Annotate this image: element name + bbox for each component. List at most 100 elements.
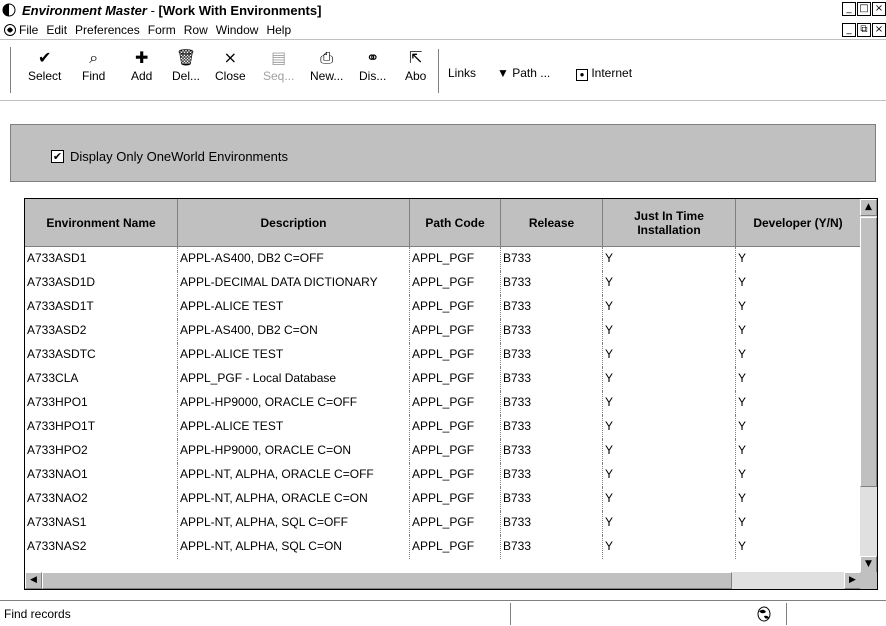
- cell-developer[interactable]: Y: [736, 367, 861, 391]
- cell-developer[interactable]: Y: [736, 247, 861, 271]
- cell-description[interactable]: APPL-AS400, DB2 C=OFF: [178, 247, 410, 271]
- cell-jit-installation[interactable]: Y: [603, 439, 736, 463]
- mdi-close-button[interactable]: ×: [872, 23, 886, 37]
- cell-jit-installation[interactable]: Y: [603, 271, 736, 295]
- internet-button[interactable]: ● Internet: [576, 66, 632, 81]
- menu-row[interactable]: Row: [184, 23, 208, 37]
- cell-path-code[interactable]: APPL_PGF: [410, 439, 501, 463]
- cell-environment-name[interactable]: A733HPO1T: [25, 415, 178, 439]
- cell-description[interactable]: APPL-ALICE TEST: [178, 295, 410, 319]
- cell-path-code[interactable]: APPL_PGF: [410, 367, 501, 391]
- cell-description[interactable]: APPL-NT, ALPHA, SQL C=OFF: [178, 511, 410, 535]
- scroll-left-icon[interactable]: ◀: [25, 572, 42, 589]
- horizontal-scrollbar[interactable]: ◀ ▶: [25, 572, 861, 589]
- table-row[interactable]: A733HPO1 APPL-HP9000, ORACLE C=OFF APPL_PG…: [25, 391, 861, 415]
- column-header-environment-name[interactable]: Environment Name: [25, 199, 178, 247]
- column-header-path-code[interactable]: Path Code: [410, 199, 501, 247]
- menu-edit[interactable]: Edit: [46, 23, 67, 37]
- close-window-button[interactable]: ×: [872, 2, 886, 16]
- cell-developer[interactable]: Y: [736, 439, 861, 463]
- sequence-button[interactable]: ▤ Seq...: [263, 47, 294, 95]
- cell-path-code[interactable]: APPL_PGF: [410, 391, 501, 415]
- cell-description[interactable]: APPL-NT, ALPHA, ORACLE C=OFF: [178, 463, 410, 487]
- cell-developer[interactable]: Y: [736, 343, 861, 367]
- cell-release[interactable]: B733: [501, 415, 603, 439]
- minimize-button[interactable]: _: [842, 2, 856, 16]
- document-icon[interactable]: [3, 23, 17, 37]
- menu-form[interactable]: Form: [148, 23, 176, 37]
- cell-description[interactable]: APPL-DECIMAL DATA DICTIONARY: [178, 271, 410, 295]
- cell-environment-name[interactable]: A733ASD1: [25, 247, 178, 271]
- about-button[interactable]: ⇱ Abo: [405, 47, 426, 95]
- cell-description[interactable]: APPL-NT, ALPHA, ORACLE C=ON: [178, 487, 410, 511]
- cell-release[interactable]: B733: [501, 535, 603, 559]
- cell-path-code[interactable]: APPL_PGF: [410, 463, 501, 487]
- cell-path-code[interactable]: APPL_PGF: [410, 535, 501, 559]
- cell-description[interactable]: APPL-HP9000, ORACLE C=OFF: [178, 391, 410, 415]
- cell-jit-installation[interactable]: Y: [603, 415, 736, 439]
- cell-environment-name[interactable]: A733HPO1: [25, 391, 178, 415]
- display-button[interactable]: ⚭ Dis...: [359, 47, 386, 95]
- cell-release[interactable]: B733: [501, 439, 603, 463]
- column-header-description[interactable]: Description: [178, 199, 410, 247]
- cell-release[interactable]: B733: [501, 511, 603, 535]
- cell-environment-name[interactable]: A733HPO2: [25, 439, 178, 463]
- cell-jit-installation[interactable]: Y: [603, 343, 736, 367]
- vertical-scroll-thumb[interactable]: [860, 217, 877, 487]
- cell-environment-name[interactable]: A733ASD2: [25, 319, 178, 343]
- table-row[interactable]: A733ASD1T APPL-ALICE TEST APPL_PGF B733 Y Y: [25, 295, 861, 319]
- cell-release[interactable]: B733: [501, 391, 603, 415]
- table-row[interactable]: A733NAO2 APPL-NT, ALPHA, ORACLE C=ON APPL_…: [25, 487, 861, 511]
- cell-description[interactable]: APPL_PGF - Local Database: [178, 367, 410, 391]
- cell-release[interactable]: B733: [501, 487, 603, 511]
- toolbar-grip[interactable]: [10, 47, 13, 93]
- cell-path-code[interactable]: APPL_PGF: [410, 247, 501, 271]
- table-row[interactable]: A733HPO1T APPL-ALICE TEST APPL_PGF B733 Y Y: [25, 415, 861, 439]
- cell-jit-installation[interactable]: Y: [603, 319, 736, 343]
- cell-developer[interactable]: Y: [736, 535, 861, 559]
- cell-description[interactable]: APPL-ALICE TEST: [178, 343, 410, 367]
- table-row[interactable]: A733NAO1 APPL-NT, ALPHA, ORACLE C=OFF APPL…: [25, 463, 861, 487]
- table-row[interactable]: A733CLA APPL_PGF - Local Database APPL_PGF…: [25, 367, 861, 391]
- column-header-developer[interactable]: Developer (Y/N): [736, 199, 861, 247]
- mdi-minimize-button[interactable]: _: [842, 23, 856, 37]
- horizontal-scroll-thumb[interactable]: [42, 572, 732, 589]
- table-row[interactable]: A733ASD1 APPL-AS400, DB2 C=OFF APPL_PGF B73…: [25, 247, 861, 271]
- menu-window[interactable]: Window: [216, 23, 259, 37]
- cell-jit-installation[interactable]: Y: [603, 487, 736, 511]
- cell-description[interactable]: APPL-HP9000, ORACLE C=ON: [178, 439, 410, 463]
- scroll-up-icon[interactable]: ▲: [860, 199, 877, 216]
- select-button[interactable]: ✔ Select: [28, 47, 61, 95]
- find-button[interactable]: ⌕ Find: [82, 47, 105, 95]
- cell-developer[interactable]: Y: [736, 463, 861, 487]
- menu-help[interactable]: Help: [266, 23, 291, 37]
- table-row[interactable]: A733NAS1 APPL-NT, ALPHA, SQL C=OFF APPL_PG…: [25, 511, 861, 535]
- cell-description[interactable]: APPL-AS400, DB2 C=ON: [178, 319, 410, 343]
- cell-description[interactable]: APPL-NT, ALPHA, SQL C=ON: [178, 535, 410, 559]
- cell-release[interactable]: B733: [501, 343, 603, 367]
- maximize-button[interactable]: □: [857, 2, 871, 16]
- table-row[interactable]: A733ASDTC APPL-ALICE TEST APPL_PGF B733 Y Y: [25, 343, 861, 367]
- cell-environment-name[interactable]: A733NAO1: [25, 463, 178, 487]
- cell-jit-installation[interactable]: Y: [603, 511, 736, 535]
- cell-description[interactable]: APPL-ALICE TEST: [178, 415, 410, 439]
- cell-release[interactable]: B733: [501, 367, 603, 391]
- links-button[interactable]: Links: [448, 66, 476, 80]
- cell-path-code[interactable]: APPL_PGF: [410, 415, 501, 439]
- mdi-restore-button[interactable]: ⧉: [857, 23, 871, 37]
- cell-developer[interactable]: Y: [736, 391, 861, 415]
- cell-jit-installation[interactable]: Y: [603, 391, 736, 415]
- cell-path-code[interactable]: APPL_PGF: [410, 271, 501, 295]
- cell-environment-name[interactable]: A733ASD1D: [25, 271, 178, 295]
- new-button[interactable]: ⎙ New...: [310, 47, 343, 95]
- cell-environment-name[interactable]: A733ASDTC: [25, 343, 178, 367]
- close-button[interactable]: × Close: [215, 47, 246, 95]
- delete-button[interactable]: 🗑 Del...: [172, 47, 200, 95]
- table-row[interactable]: A733ASD2 APPL-AS400, DB2 C=ON APPL_PGF B733…: [25, 319, 861, 343]
- cell-jit-installation[interactable]: Y: [603, 367, 736, 391]
- cell-developer[interactable]: Y: [736, 415, 861, 439]
- table-row[interactable]: A733NAS2 APPL-NT, ALPHA, SQL C=ON APPL_PGF…: [25, 535, 861, 559]
- cell-environment-name[interactable]: A733CLA: [25, 367, 178, 391]
- add-button[interactable]: ✚ Add: [131, 47, 152, 95]
- cell-release[interactable]: B733: [501, 319, 603, 343]
